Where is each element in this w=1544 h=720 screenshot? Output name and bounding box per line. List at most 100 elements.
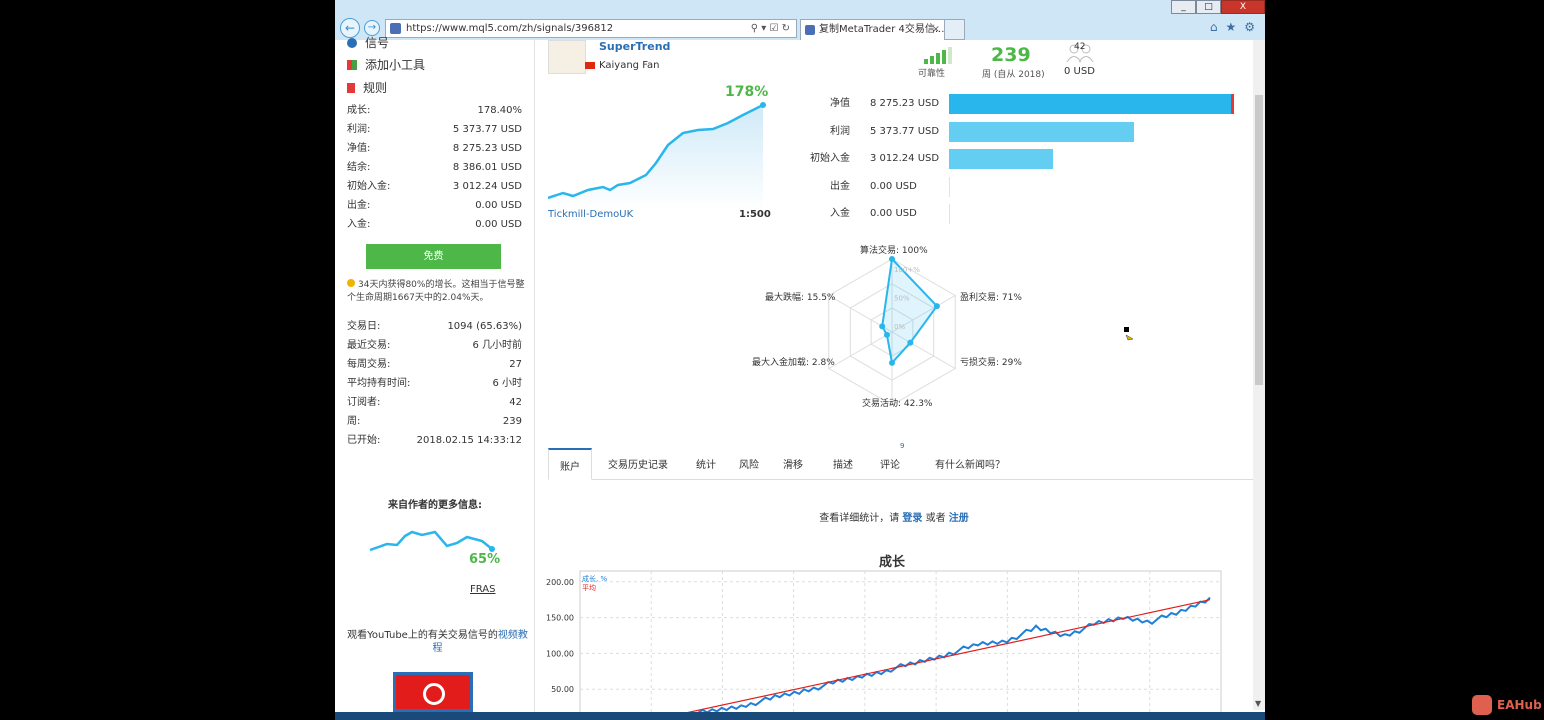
tab-7[interactable]: 有什么新闻吗？ xyxy=(920,448,1020,480)
stat-row: 初始入金: 3 012.24 USD xyxy=(347,177,522,196)
sidebar-item-signals[interactable]: 信号 xyxy=(347,34,389,51)
radar-point xyxy=(933,303,940,310)
settings-gear-icon[interactable]: ⚙ xyxy=(1244,20,1255,34)
tab-favicon-icon xyxy=(805,25,815,35)
stat-value: 6 几小时前 xyxy=(472,340,522,351)
reliability-bars-icon xyxy=(924,47,954,64)
restore-button[interactable]: □ xyxy=(1196,0,1221,14)
stat-row: 周: 239 xyxy=(347,412,522,431)
play-icon xyxy=(423,683,445,705)
radar-axis-label: 盈利交易: 71% xyxy=(960,293,1022,303)
register-link[interactable]: 注册 xyxy=(949,513,969,524)
balance-bar xyxy=(949,204,950,224)
stat-row: 每周交易: 27 xyxy=(347,355,522,374)
avatar[interactable] xyxy=(548,40,586,74)
eahub-logo-icon xyxy=(1472,695,1492,715)
scroll-down-icon[interactable]: ▼ xyxy=(1255,699,1261,708)
warning-icon xyxy=(347,279,355,287)
url-text: https://www.mql5.com/zh/signals/396812 xyxy=(406,23,614,34)
stat-row: 已开始: 2018.02.15 14:33:12 xyxy=(347,431,522,450)
balance-bar xyxy=(949,176,950,197)
tab-close-icon[interactable]: × xyxy=(932,20,940,40)
balance-value: 5 373.77 USD xyxy=(870,125,940,137)
vertical-scrollbar[interactable]: ▼ xyxy=(1253,40,1265,710)
author-signal-link[interactable]: FRAS xyxy=(470,584,495,595)
stat-label: 成长: xyxy=(347,105,371,116)
browser-chrome: _ □ X ← → https://www.mql5.com/zh/signal… xyxy=(335,0,1265,40)
stat-row: 订阅者: 42 xyxy=(347,393,522,412)
browser-tab[interactable]: 复制MetaTrader 4交易信... × xyxy=(800,19,945,40)
broker-link[interactable]: Tickmill-DemoUK xyxy=(548,209,633,220)
tab-0[interactable]: 账户 xyxy=(548,448,592,480)
home-icon[interactable]: ⌂ xyxy=(1210,20,1218,34)
stat-value: 2018.02.15 14:33:12 xyxy=(416,435,522,446)
signal-author[interactable]: Kaiyang Fan xyxy=(599,60,660,71)
balance-label: 初始入金 xyxy=(810,153,850,164)
sidebar-item-add-widget[interactable]: 添加小工具 xyxy=(347,56,425,73)
close-button[interactable]: X xyxy=(1221,0,1265,14)
stat-row: 入金: 0.00 USD xyxy=(347,215,522,234)
youtube-note: 观看YouTube上的有关交易信号的视频教程 xyxy=(347,630,528,654)
tab-6[interactable]: 评论 xyxy=(870,448,910,480)
stat-value: 178.40% xyxy=(477,105,523,116)
taskbar xyxy=(335,712,1265,720)
sidebar-item-rules[interactable]: 规则 xyxy=(347,79,387,96)
stat-row: 交易日: 1094 (65.63%) xyxy=(347,317,522,336)
balance-bar xyxy=(949,94,1234,114)
free-subscribe-button[interactable]: 免费 xyxy=(366,244,501,269)
tab-1[interactable]: 交易历史记录 xyxy=(596,448,680,480)
stat-value: 1094 (65.63%) xyxy=(447,321,522,332)
login-link[interactable]: 登录 xyxy=(902,513,922,524)
stat-label: 出金: xyxy=(347,200,371,211)
balance-value: 0.00 USD xyxy=(870,180,917,192)
radar-point xyxy=(889,256,895,262)
minimize-button[interactable]: _ xyxy=(1171,0,1196,14)
favorites-star-icon[interactable]: ★ xyxy=(1225,20,1236,34)
balance-label: 出金 xyxy=(830,180,850,192)
radar-axis-label: 亏损交易: 29% xyxy=(960,358,1022,368)
reliability-label: 可靠性 xyxy=(918,69,946,79)
eahub-watermark: EAHub xyxy=(1472,694,1542,716)
balance-value: 8 275.23 USD xyxy=(870,98,940,109)
tab-3[interactable]: 风险 xyxy=(731,448,767,480)
youtube-thumbnail[interactable] xyxy=(393,672,473,712)
growth-sparkline[interactable] xyxy=(548,95,768,210)
legend-entry: 平均 xyxy=(582,583,596,592)
radar-ring-label: 100+% xyxy=(894,266,920,274)
stat-label: 利润: xyxy=(347,124,371,135)
chart-frame xyxy=(579,570,1222,720)
comment-count-badge: 9 xyxy=(900,442,905,450)
stat-row: 净值: 8 275.23 USD xyxy=(347,139,522,158)
stat-value: 0.00 USD xyxy=(475,219,522,230)
y-tick-label: 50.00 xyxy=(551,685,574,694)
new-tab-button[interactable] xyxy=(945,19,965,40)
stat-row: 平均持有时间: 6 小时 xyxy=(347,374,522,393)
account-stats: 成长: 178.40% 利润: 5 373.77 USD 净值: 8 275.23 USD… xyxy=(347,101,522,234)
author-more-title: 来自作者的更多信息: xyxy=(388,500,482,511)
address-tools-icon[interactable]: ⚲ ▾ ☑ ↻ xyxy=(751,20,790,37)
stat-value: 5 373.77 USD xyxy=(452,124,522,135)
address-bar[interactable]: https://www.mql5.com/zh/signals/396812 ⚲… xyxy=(385,19,797,38)
growth-chart[interactable]: 200.00 150.00 100.00 50.00 成长, %平均 xyxy=(535,565,1235,720)
stat-label: 初始入金: xyxy=(347,181,391,192)
growth-percent: 178% xyxy=(725,84,769,100)
series-line-0 xyxy=(637,596,1211,720)
stat-value: 27 xyxy=(509,359,522,370)
tab-5[interactable]: 描述 xyxy=(823,448,863,480)
toolbar-icons: ⌂ ★ ⚙ xyxy=(1210,20,1255,34)
stat-label: 结余: xyxy=(347,162,371,173)
widget-icon xyxy=(347,60,357,70)
growth-note: 34天内获得80%的增长。这相当于信号整个生命周期1667天中的2.04%天。 xyxy=(347,279,525,303)
signal-name[interactable]: SuperTrend xyxy=(599,40,670,53)
tab-2[interactable]: 统计 xyxy=(688,448,724,480)
scrollbar-thumb[interactable] xyxy=(1255,95,1263,385)
weeks-value: 239 xyxy=(991,44,1031,66)
radar-axis-label: 最大入金加载: 2.8% xyxy=(752,358,835,368)
legend-entry: 成长, % xyxy=(582,574,607,583)
stat-row: 结余: 8 386.01 USD xyxy=(347,158,522,177)
stat-row: 利润: 5 373.77 USD xyxy=(347,120,522,139)
stat-label: 已开始: xyxy=(347,435,381,446)
tab-4[interactable]: 滑移 xyxy=(773,448,813,480)
main-content: SuperTrend Kaiyang Fan 可靠性 239 周 (自从 201… xyxy=(535,40,1253,720)
balance-value: 3 012.24 USD xyxy=(870,153,940,164)
